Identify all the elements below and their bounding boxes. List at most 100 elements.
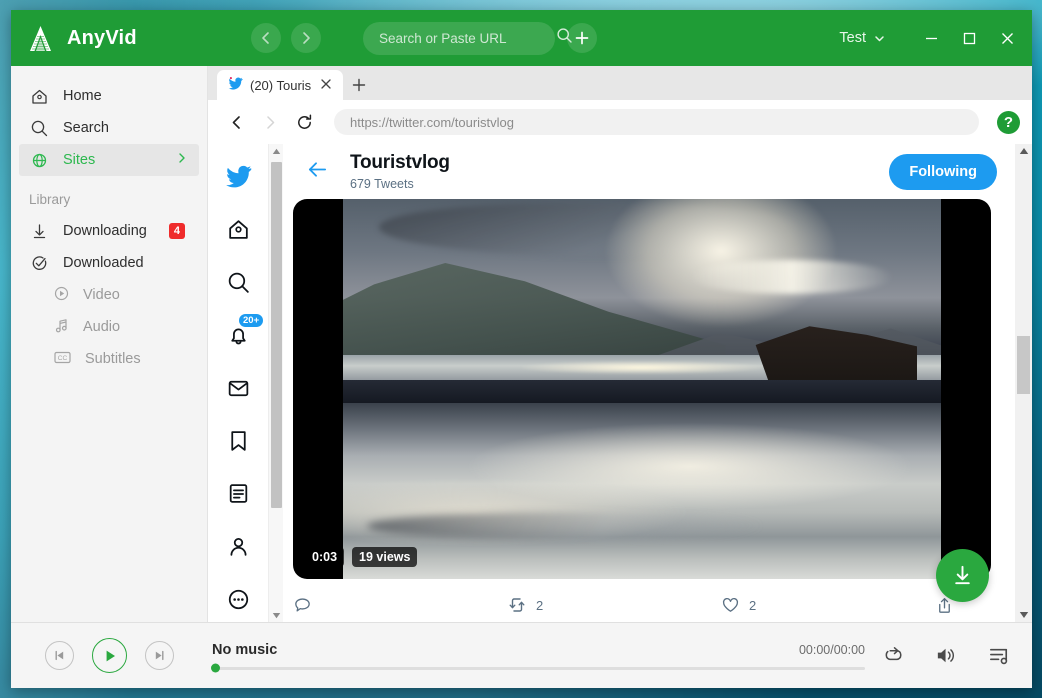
download-icon <box>955 565 970 585</box>
cc-icon: CC <box>53 349 72 370</box>
next-track-button[interactable] <box>145 641 174 670</box>
tweet-area: 0:03 19 views 2 2 <box>283 199 1015 622</box>
sidebar-item-downloading[interactable]: Downloading 4 <box>19 215 199 247</box>
chevron-right-icon <box>266 115 274 129</box>
web-content: 20+ Touristvlog 679 Tweets Following 0:0… <box>208 144 1032 622</box>
scroll-down-arrow-icon[interactable] <box>1015 608 1032 622</box>
player-right-controls <box>883 643 1012 668</box>
chevron-right-icon <box>303 32 310 44</box>
twitter-notifications-icon[interactable]: 20+ <box>215 313 264 358</box>
progress-handle[interactable] <box>211 663 220 673</box>
play-button[interactable] <box>92 638 127 673</box>
download-fab-button[interactable] <box>936 549 989 602</box>
sidebar-subitem-video[interactable]: Video <box>19 279 199 311</box>
twitter-bird-icon <box>228 76 243 94</box>
app-forward-button[interactable] <box>291 23 321 53</box>
twitter-search-icon[interactable] <box>215 260 261 305</box>
chevron-down-icon <box>875 35 884 41</box>
shore-bank <box>343 379 941 403</box>
maximize-button[interactable] <box>950 18 988 58</box>
video-thumbnail <box>343 199 941 580</box>
profile-back-button[interactable] <box>303 155 332 189</box>
twitter-bird-icon[interactable] <box>215 154 261 199</box>
skip-next-icon <box>155 650 164 661</box>
twitter-lists-icon[interactable] <box>215 471 261 516</box>
tweet-video[interactable]: 0:03 19 views <box>293 199 991 580</box>
progress-slider[interactable]: 00:00/00:00 <box>211 643 865 673</box>
scrollbar-thumb[interactable] <box>1017 336 1030 394</box>
plus-icon <box>575 31 589 45</box>
profile-header: Touristvlog 679 Tweets Following <box>283 144 1015 200</box>
globe-icon <box>29 151 49 170</box>
tab-close-button[interactable] <box>318 78 334 93</box>
sidebar-subitem-audio[interactable]: Audio <box>19 311 199 343</box>
sidebar-subitem-subtitles[interactable]: CC Subtitles <box>19 343 199 375</box>
playlist-icon <box>990 648 1008 665</box>
browser-reload-button[interactable] <box>290 108 318 136</box>
following-button[interactable]: Following <box>889 153 997 190</box>
sidebar-item-home[interactable]: Home <box>19 80 199 112</box>
scroll-up-arrow-icon[interactable] <box>272 144 281 158</box>
app-back-button[interactable] <box>251 23 281 53</box>
app-brand: AnyVid <box>11 23 219 54</box>
twitter-profile-icon[interactable] <box>215 524 261 569</box>
twitter-bookmarks-icon[interactable] <box>215 418 261 463</box>
account-menu[interactable]: Test <box>839 30 886 46</box>
tab-strip: (20) Touris <box>208 66 1032 100</box>
sidebar-section-library: Library <box>29 192 71 207</box>
minimize-button[interactable] <box>912 18 950 58</box>
video-duration-badge: 0:03 <box>305 547 345 568</box>
reply-button[interactable] <box>293 596 507 615</box>
twitter-messages-icon[interactable] <box>215 366 261 411</box>
scrollbar-thumb[interactable] <box>271 162 282 508</box>
scroll-down-arrow-icon[interactable] <box>269 608 283 622</box>
url-text: https://twitter.com/touristvlog <box>350 114 515 130</box>
search-icon <box>29 119 49 138</box>
sidebar-subitem-label: Subtitles <box>85 351 141 367</box>
app-body: Home Search Sites Library Downloading 4 … <box>11 66 1032 622</box>
sidebar-item-sites[interactable]: Sites <box>19 144 199 176</box>
previous-track-button[interactable] <box>45 641 74 670</box>
sidebar-item-search[interactable]: Search <box>19 112 199 144</box>
volume-button[interactable] <box>934 643 959 668</box>
repeat-button[interactable] <box>883 644 906 667</box>
search-input[interactable] <box>379 30 556 46</box>
sidebar-item-downloaded[interactable]: Downloaded <box>19 247 199 279</box>
twitter-nav-scrollbar[interactable] <box>268 144 283 622</box>
browser-tab-twitter[interactable]: (20) Touris <box>217 70 344 100</box>
profile-title-block: Touristvlog 679 Tweets <box>350 152 450 191</box>
help-button[interactable]: ? <box>997 110 1020 134</box>
window-controls <box>912 18 1032 58</box>
water-reflection <box>343 402 941 580</box>
global-search-bar[interactable] <box>363 21 572 55</box>
video-views-badge: 19 views <box>352 547 418 568</box>
twitter-home-icon[interactable] <box>215 207 261 252</box>
browser-forward-button[interactable] <box>256 108 284 136</box>
tweet-action-bar: 2 2 <box>283 585 1015 622</box>
new-tab-button[interactable] <box>343 70 375 100</box>
player-time: 00:00/00:00 <box>798 642 865 657</box>
page-scrollbar[interactable] <box>1015 144 1032 622</box>
volume-icon <box>937 648 955 663</box>
like-heart-icon <box>722 597 739 612</box>
like-button[interactable]: 2 <box>721 596 935 615</box>
svg-text:CC: CC <box>58 355 68 362</box>
close-button[interactable] <box>988 18 1026 58</box>
retweet-button[interactable]: 2 <box>507 595 721 615</box>
help-label: ? <box>1003 113 1014 131</box>
browser-back-button[interactable] <box>222 108 250 136</box>
chevron-right-icon <box>175 151 189 169</box>
playlist-button[interactable] <box>987 643 1012 668</box>
address-bar: https://twitter.com/touristvlog ? <box>208 100 1032 144</box>
twitter-more-icon[interactable] <box>215 577 261 622</box>
scroll-up-arrow-icon[interactable] <box>1019 144 1029 158</box>
plus-icon <box>352 78 366 92</box>
app-nav-arrows <box>251 23 321 53</box>
search-icon[interactable] <box>556 27 573 49</box>
url-input[interactable]: https://twitter.com/touristvlog <box>334 109 979 135</box>
sidebar-item-label: Downloaded <box>63 255 144 271</box>
video-badges: 0:03 19 views <box>305 547 418 568</box>
minimize-icon <box>925 37 937 39</box>
anyvid-app-window: AnyVid Search or Paste URL Test Home Sea… <box>11 10 1032 688</box>
